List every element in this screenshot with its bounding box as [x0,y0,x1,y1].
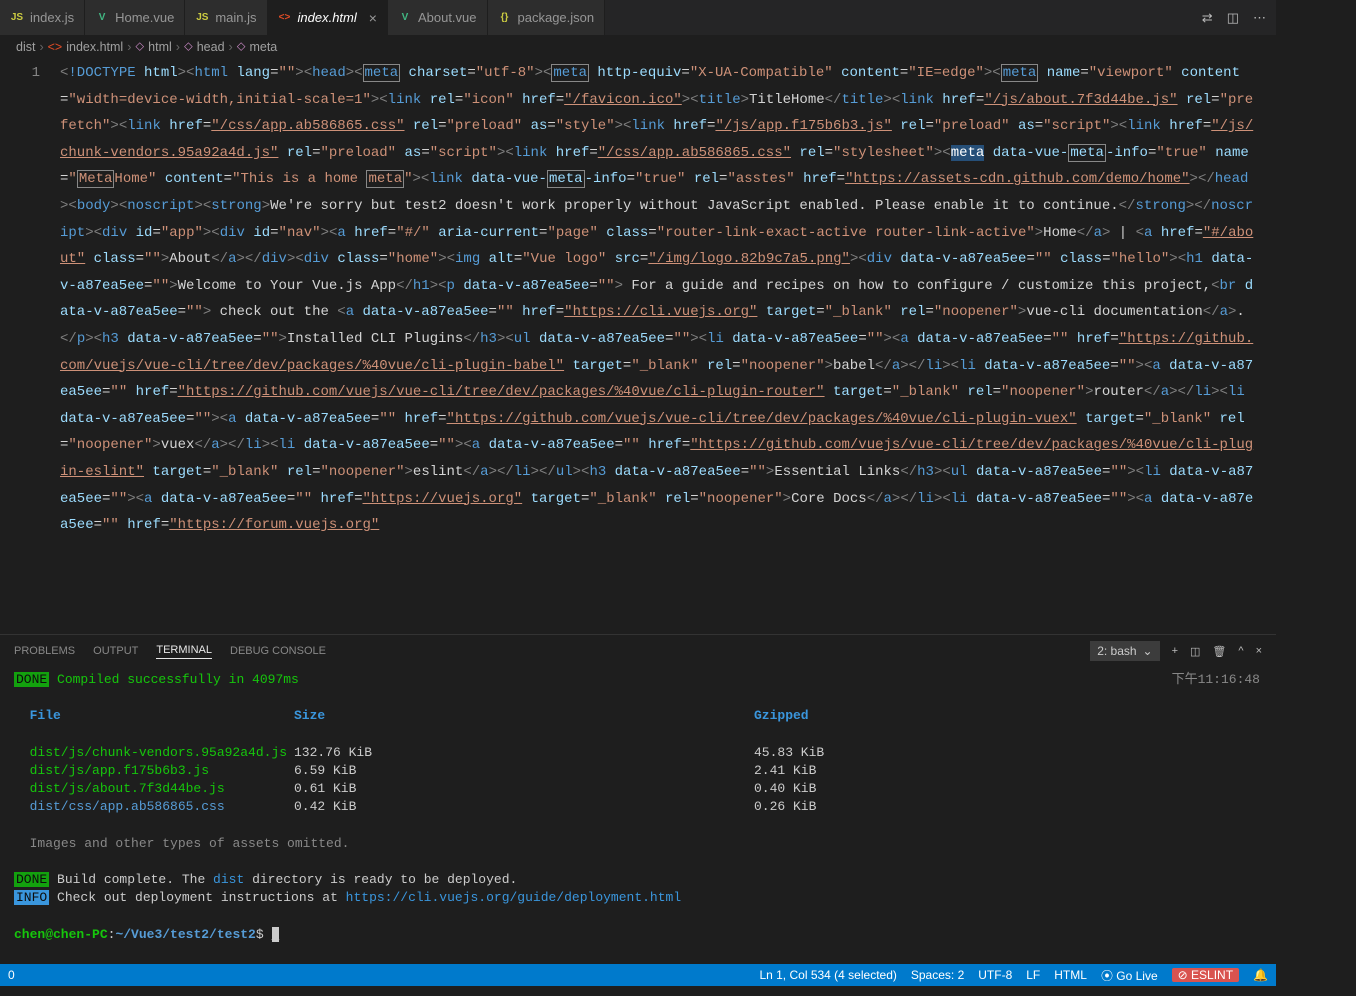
file-icon: <> [278,11,292,25]
col-gzipped: Gzipped [754,708,809,723]
outline-icon: ⬦ [237,39,246,54]
terminal-output[interactable]: DONE Compiled successfully in 4097ms下午11… [0,667,1276,964]
close-icon[interactable]: × [369,10,377,26]
status-spaces[interactable]: Spaces: 2 [911,968,964,982]
outline-icon: ⬦ [135,39,144,54]
file-row: dist/js/app.f175b6b3.js6.59 KiB2.41 KiB [14,762,1262,780]
done-badge: DONE [14,872,49,887]
done-badge: DONE [14,672,49,687]
info-badge: INFO [14,890,49,905]
terminal-select[interactable]: 2: bash [1090,641,1159,661]
compare-icon[interactable]: ⇄ [1202,10,1213,26]
status-bar: 0 Ln 1, Col 534 (4 selected) Spaces: 2 U… [0,964,1276,986]
file-icon: {} [498,11,512,25]
status-cursor[interactable]: Ln 1, Col 534 (4 selected) [759,968,896,982]
split-terminal-icon[interactable]: ◫ [1190,645,1200,658]
chevron-right-icon: › [229,40,233,54]
editor-tab[interactable]: <> index.html × [268,0,388,35]
html-icon: <> [48,40,63,54]
tab-label: package.json [518,10,595,25]
breadcrumb-item[interactable]: html [148,40,172,54]
editor-tabs: JS index.js V Home.vue JS main.js <> index.html… [0,0,1276,35]
terminal-note: Images and other types of assets omitted… [30,836,350,851]
col-size: Size [294,708,325,723]
breadcrumb-item[interactable]: head [197,40,225,54]
outline-icon: ⬦ [184,39,193,54]
bottom-panel: PROBLEMS OUTPUT TERMINAL DEBUG CONSOLE 2… [0,634,1276,964]
panel-tab-problems[interactable]: PROBLEMS [14,645,75,657]
tabbar-actions: ⇄ ◫ ⋯ [1192,0,1276,35]
editor-tab[interactable]: V Home.vue [85,0,185,35]
file-icon: V [398,11,412,25]
more-icon[interactable]: ⋯ [1253,10,1266,26]
terminal-timestamp: 下午11:16:48 [1172,671,1260,689]
tab-label: index.js [30,10,74,25]
close-panel-icon[interactable]: × [1256,645,1262,657]
status-language[interactable]: HTML [1054,968,1087,982]
tab-label: About.vue [418,10,477,25]
file-row: dist/js/about.7f3d44be.js0.61 KiB0.40 Ki… [14,780,1262,798]
split-editor-icon[interactable]: ◫ [1227,10,1239,26]
prompt-path: ~/Vue3/test2/test2 [115,927,255,942]
breadcrumb[interactable]: dist › <> index.html › ⬦ html › ⬦ head ›… [0,35,1276,58]
bell-icon[interactable]: 🔔 [1253,968,1268,982]
col-file: File [30,708,61,723]
tab-label: Home.vue [115,10,174,25]
editor-tab[interactable]: JS main.js [185,0,267,35]
status-eol[interactable]: LF [1026,968,1040,982]
code-editor[interactable]: 1 <!DOCTYPE html><html lang=""><head><me… [0,58,1276,634]
terminal-cursor: _ [272,927,280,942]
editor-tab[interactable]: {} package.json [488,0,606,35]
chevron-right-icon: › [39,40,43,54]
status-encoding[interactable]: UTF-8 [978,968,1012,982]
panel-tab-terminal[interactable]: TERMINAL [156,644,212,659]
file-icon: JS [10,11,24,25]
status-problems[interactable]: 0 [8,968,15,982]
panel-tab-output[interactable]: OUTPUT [93,645,138,657]
editor-tab[interactable]: JS index.js [0,0,85,35]
editor-tab[interactable]: V About.vue [388,0,488,35]
tab-label: main.js [215,10,256,25]
line-number: 1 [0,60,40,87]
breadcrumb-item[interactable]: dist [16,40,35,54]
file-icon: JS [195,11,209,25]
line-gutter: 1 [0,58,60,634]
maximize-panel-icon[interactable]: ^ [1238,645,1243,657]
breadcrumb-item[interactable]: meta [249,40,277,54]
tab-label: index.html [298,10,357,25]
chevron-right-icon: › [176,40,180,54]
status-golive[interactable]: ⦿ Go Live [1101,967,1158,984]
trash-icon[interactable]: 🗑 [1212,645,1226,658]
code-content[interactable]: <!DOCTYPE html><html lang=""><head><meta… [60,58,1276,634]
panel-tabs: PROBLEMS OUTPUT TERMINAL DEBUG CONSOLE 2… [0,635,1276,667]
file-row: dist/css/app.ab586865.css0.42 KiB0.26 Ki… [14,798,1262,816]
breadcrumb-item[interactable]: index.html [66,40,123,54]
chevron-right-icon: › [127,40,131,54]
panel-tab-debug[interactable]: DEBUG CONSOLE [230,645,326,657]
prompt-user: chen@chen-PC [14,927,108,942]
file-icon: V [95,11,109,25]
new-terminal-icon[interactable]: + [1172,645,1178,657]
file-row: dist/js/chunk-vendors.95a92a4d.js132.76 … [14,744,1262,762]
status-eslint[interactable]: ⊘ ESLINT [1172,968,1239,982]
